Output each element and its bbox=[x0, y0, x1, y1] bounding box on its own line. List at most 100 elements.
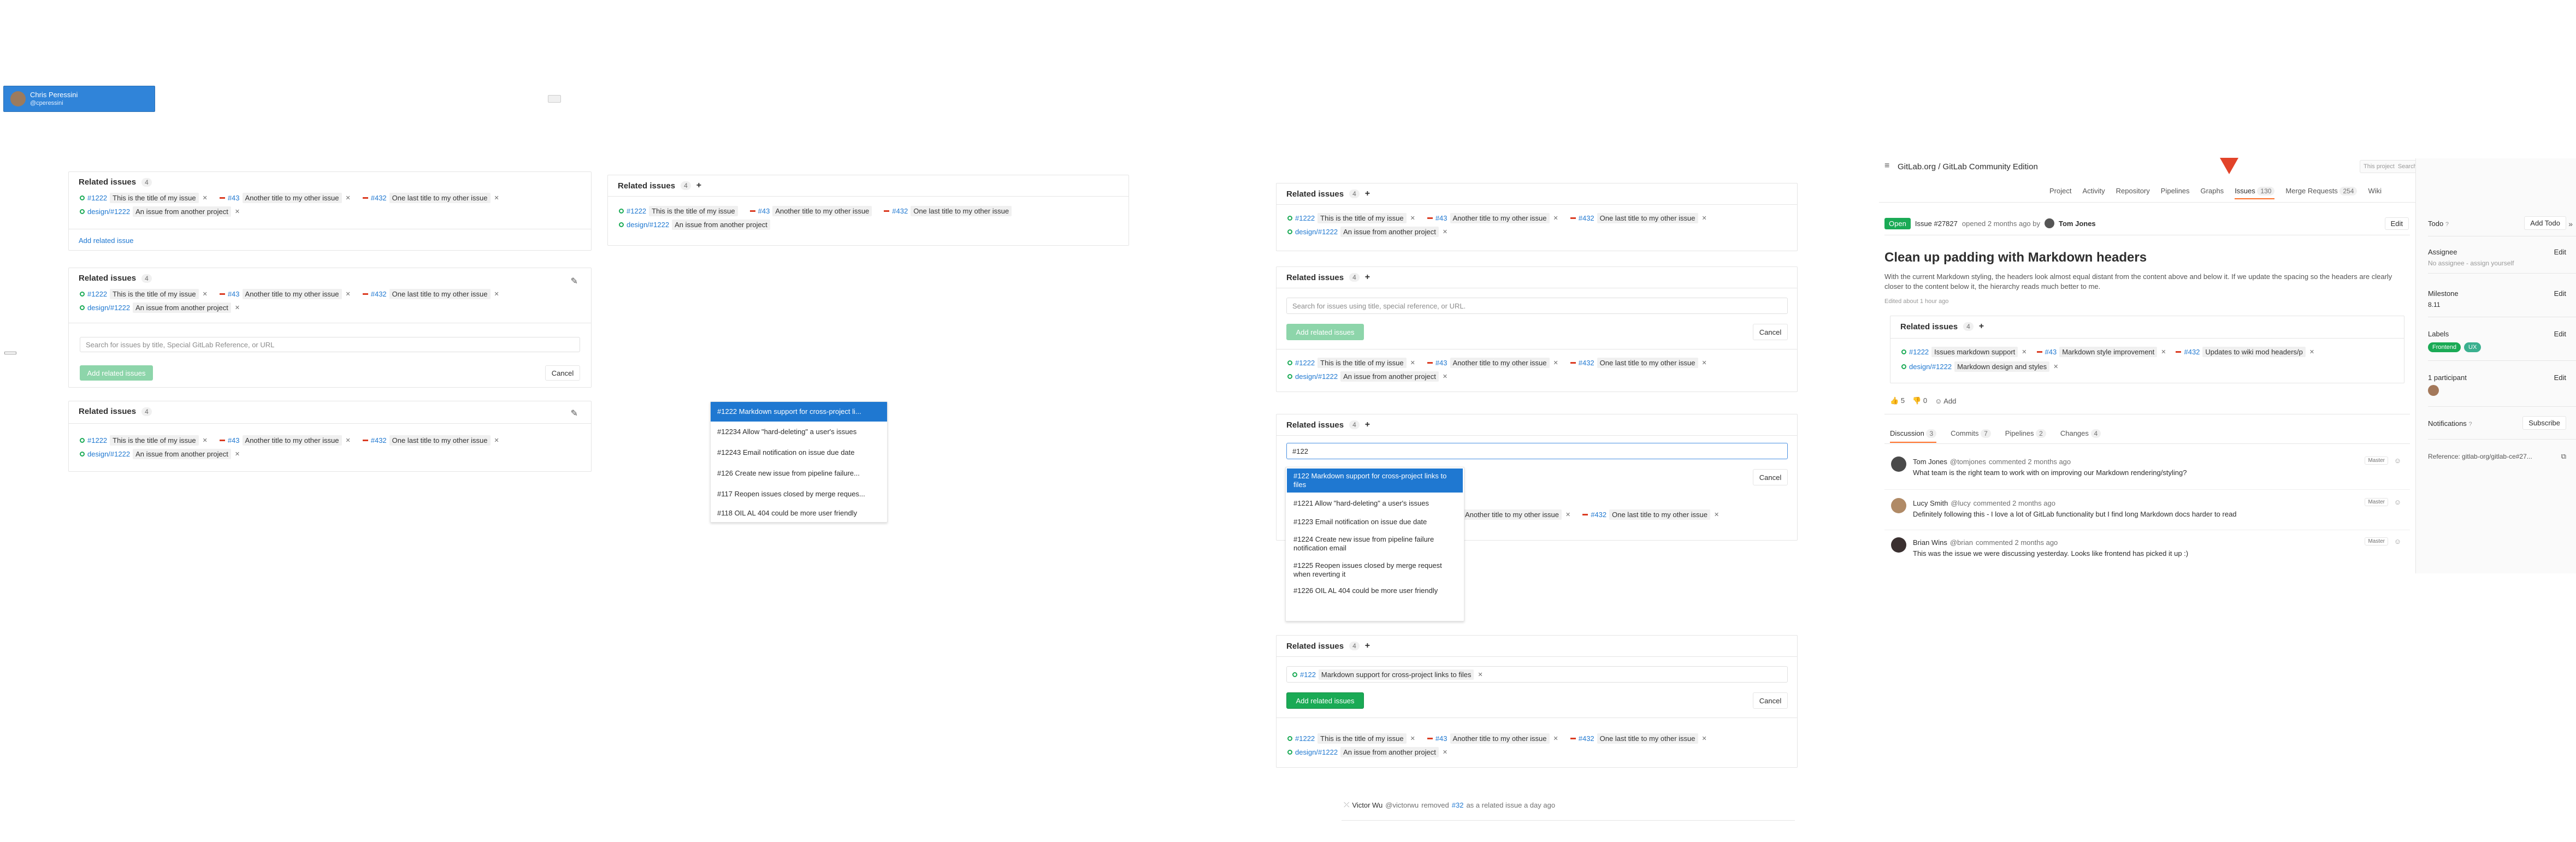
remove-icon[interactable]: ✕ bbox=[235, 208, 240, 215]
activity-handle[interactable]: @victorwu bbox=[1385, 801, 1419, 809]
plus-icon[interactable]: + bbox=[1365, 420, 1370, 430]
dropdown-item[interactable]: #1225 Reopen issues closed by merge requ… bbox=[1286, 557, 1464, 583]
issue-token[interactable]: design/#1222 An issue from another projec… bbox=[1287, 227, 1447, 237]
activity-ref[interactable]: #32 bbox=[1452, 801, 1464, 809]
remove-icon[interactable]: ✕ bbox=[203, 437, 208, 444]
user-card[interactable]: Chris Peressini @cperessini bbox=[3, 86, 155, 112]
issue-token[interactable]: #1222 This is the title of my issue ✕ bbox=[80, 193, 208, 203]
plus-icon[interactable]: + bbox=[1365, 189, 1370, 199]
issue-token[interactable]: #1222 This is the title of my issue ✕ bbox=[80, 435, 208, 446]
nav-wiki[interactable]: Wiki bbox=[2368, 187, 2382, 199]
issue-token[interactable]: #432 One last title to my other issue ✕ bbox=[362, 289, 499, 299]
plus-icon[interactable]: + bbox=[1365, 641, 1370, 651]
issue-token[interactable]: #43 Another title to my other issue ✕ bbox=[219, 193, 351, 203]
remove-icon[interactable]: ✕ bbox=[1443, 749, 1447, 756]
tab-commits[interactable]: Commits 7 bbox=[1951, 429, 1991, 443]
remove-icon[interactable]: ✕ bbox=[1410, 735, 1415, 742]
cancel-button[interactable]: Cancel bbox=[1753, 324, 1788, 340]
remove-icon[interactable]: ✕ bbox=[2053, 363, 2058, 370]
dropdown-item[interactable]: #122 Markdown support for cross-project … bbox=[1287, 469, 1463, 493]
pencil-icon[interactable]: ✎ bbox=[571, 408, 578, 419]
issue-token[interactable]: Another title to my other issue ✕ bbox=[1462, 509, 1570, 520]
remove-icon[interactable]: ✕ bbox=[1565, 511, 1570, 518]
subscribe-button[interactable]: Subscribe bbox=[2522, 416, 2566, 430]
issue-token[interactable]: #432 One last title to my other issue ✕ bbox=[1570, 358, 1707, 368]
issue-token[interactable]: design/#1222 An issue from another projec… bbox=[80, 303, 240, 313]
remove-icon[interactable]: ✕ bbox=[346, 290, 351, 298]
dropdown-item[interactable]: #1221 Allow "hard-deleting" a user's iss… bbox=[1286, 494, 1464, 513]
issue-token[interactable]: #432 One last title to my other issue ✕ bbox=[1570, 733, 1707, 744]
edit-button[interactable]: Edit bbox=[2384, 217, 2409, 230]
dropdown-item[interactable]: #12234 Allow "hard-deleting" a user's is… bbox=[711, 422, 887, 442]
remove-icon[interactable]: ✕ bbox=[2022, 348, 2026, 355]
assignee-value[interactable]: No assignee - assign yourself bbox=[2428, 259, 2566, 267]
nav-project[interactable]: Project bbox=[2049, 187, 2071, 199]
issue-token[interactable]: #43 Another title to my other issue ✕ bbox=[1427, 733, 1558, 744]
issue-token[interactable]: #432 Updates to wiki mod headers/p ✕ bbox=[2176, 347, 2314, 357]
plus-icon[interactable]: + bbox=[1365, 272, 1370, 282]
milestone-value[interactable]: 8.11 bbox=[2428, 301, 2566, 309]
issue-token[interactable]: #1222 This is the title of my issue ✕ bbox=[80, 289, 208, 299]
issue-token[interactable]: #432 One last title to my other issue ✕ bbox=[362, 435, 499, 446]
remove-icon[interactable]: ✕ bbox=[1553, 359, 1558, 366]
remove-icon[interactable]: ✕ bbox=[1702, 735, 1707, 742]
remove-icon[interactable]: ✕ bbox=[1443, 228, 1447, 235]
issue-token[interactable]: #432 One last title to my other issue ✕ bbox=[1570, 213, 1707, 223]
remove-icon[interactable]: ✕ bbox=[1478, 671, 1482, 678]
edit-milestone-link[interactable]: Edit bbox=[2554, 289, 2566, 298]
issue-token[interactable]: #432 One last title to my other issue bbox=[884, 206, 1012, 216]
remove-icon[interactable]: ✕ bbox=[235, 304, 240, 311]
tab-pipelines[interactable]: Pipelines 2 bbox=[2005, 429, 2046, 443]
remove-icon[interactable]: ✕ bbox=[346, 194, 351, 201]
issue-token[interactable]: #1222 This is the title of my issue ✕ bbox=[1287, 213, 1415, 223]
edit-participants-link[interactable]: Edit bbox=[2554, 373, 2566, 382]
remove-icon[interactable]: ✕ bbox=[1702, 359, 1707, 366]
add-related-issues-button[interactable]: Add related issues bbox=[1286, 324, 1364, 340]
issue-token[interactable]: #1222 This is the title of my issue ✕ bbox=[1287, 358, 1415, 368]
cancel-button[interactable]: Cancel bbox=[1753, 469, 1788, 485]
pencil-icon[interactable]: ✎ bbox=[571, 276, 578, 287]
remove-icon[interactable]: ✕ bbox=[494, 194, 499, 201]
tab-changes[interactable]: Changes 4 bbox=[2060, 429, 2101, 443]
nav-pipelines[interactable]: Pipelines bbox=[2161, 187, 2190, 199]
search-input-active[interactable]: #122 bbox=[1286, 443, 1788, 459]
plus-icon[interactable]: + bbox=[1979, 322, 1984, 331]
copy-icon[interactable]: ⧉ bbox=[2561, 452, 2566, 461]
remove-icon[interactable]: ✕ bbox=[1410, 215, 1415, 222]
reaction-icon[interactable]: ☺ bbox=[2394, 537, 2401, 545]
remove-icon[interactable]: ✕ bbox=[494, 290, 499, 298]
add-reaction-button[interactable]: ☺ Add bbox=[1935, 397, 1956, 405]
cancel-button[interactable]: Cancel bbox=[1753, 692, 1788, 709]
dropdown-item[interactable]: #1224 Create new issue from pipeline fai… bbox=[1286, 531, 1464, 557]
search-input[interactable]: Search for issues by title, Special GitL… bbox=[80, 337, 580, 352]
thumbs-down-button[interactable]: 👎 0 bbox=[1912, 396, 1927, 405]
issue-token[interactable]: #43 Another title to my other issue ✕ bbox=[219, 435, 351, 446]
issue-author[interactable]: Tom Jones bbox=[2059, 220, 2096, 228]
nav-merge-requests[interactable]: Merge Requests 254 bbox=[2285, 187, 2358, 199]
issue-token[interactable]: #43 Markdown style improvement ✕ bbox=[2036, 347, 2166, 357]
remove-icon[interactable]: ✕ bbox=[1702, 215, 1707, 222]
nav-issues[interactable]: Issues 130 bbox=[2235, 187, 2275, 199]
remove-icon[interactable]: ✕ bbox=[346, 437, 351, 444]
search-input[interactable]: Search for issues using title, special r… bbox=[1286, 298, 1788, 314]
remove-icon[interactable]: ✕ bbox=[1553, 735, 1558, 742]
remove-icon[interactable]: ✕ bbox=[203, 194, 208, 201]
issue-token[interactable]: design/#1222 An issue from another projec… bbox=[1287, 371, 1447, 382]
remove-icon[interactable]: ✕ bbox=[1553, 215, 1558, 222]
dropdown-item[interactable]: #1226 OIL AL 404 could be more user frie… bbox=[1286, 583, 1464, 598]
add-related-issues-button[interactable]: Add related issues bbox=[80, 365, 153, 381]
issue-token[interactable]: #1222 Issues markdown support ✕ bbox=[1901, 347, 2027, 357]
search-input-with-token[interactable]: #122 Markdown support for cross-project l… bbox=[1286, 666, 1788, 683]
remove-icon[interactable]: ✕ bbox=[203, 290, 208, 298]
add-todo-button[interactable]: Add Todo bbox=[2524, 216, 2566, 230]
cancel-button[interactable]: Cancel bbox=[545, 365, 580, 381]
thumbs-up-button[interactable]: 👍 5 bbox=[1890, 396, 1905, 405]
issue-token[interactable]: #432 One last title to my other issue ✕ bbox=[1582, 509, 1719, 520]
edit-labels-link[interactable]: Edit bbox=[2554, 330, 2566, 338]
dropdown-item[interactable]: #12243 Email notification on issue due d… bbox=[711, 442, 887, 463]
issue-token[interactable]: #43 Another title to my other issue ✕ bbox=[1427, 213, 1558, 223]
dropdown-item[interactable]: #1223 Email notification on issue due da… bbox=[1286, 513, 1464, 531]
hamburger-icon[interactable]: ≡ bbox=[1884, 161, 1889, 171]
plus-icon[interactable]: + bbox=[696, 181, 701, 191]
activity-user[interactable]: Victor Wu bbox=[1352, 801, 1382, 809]
